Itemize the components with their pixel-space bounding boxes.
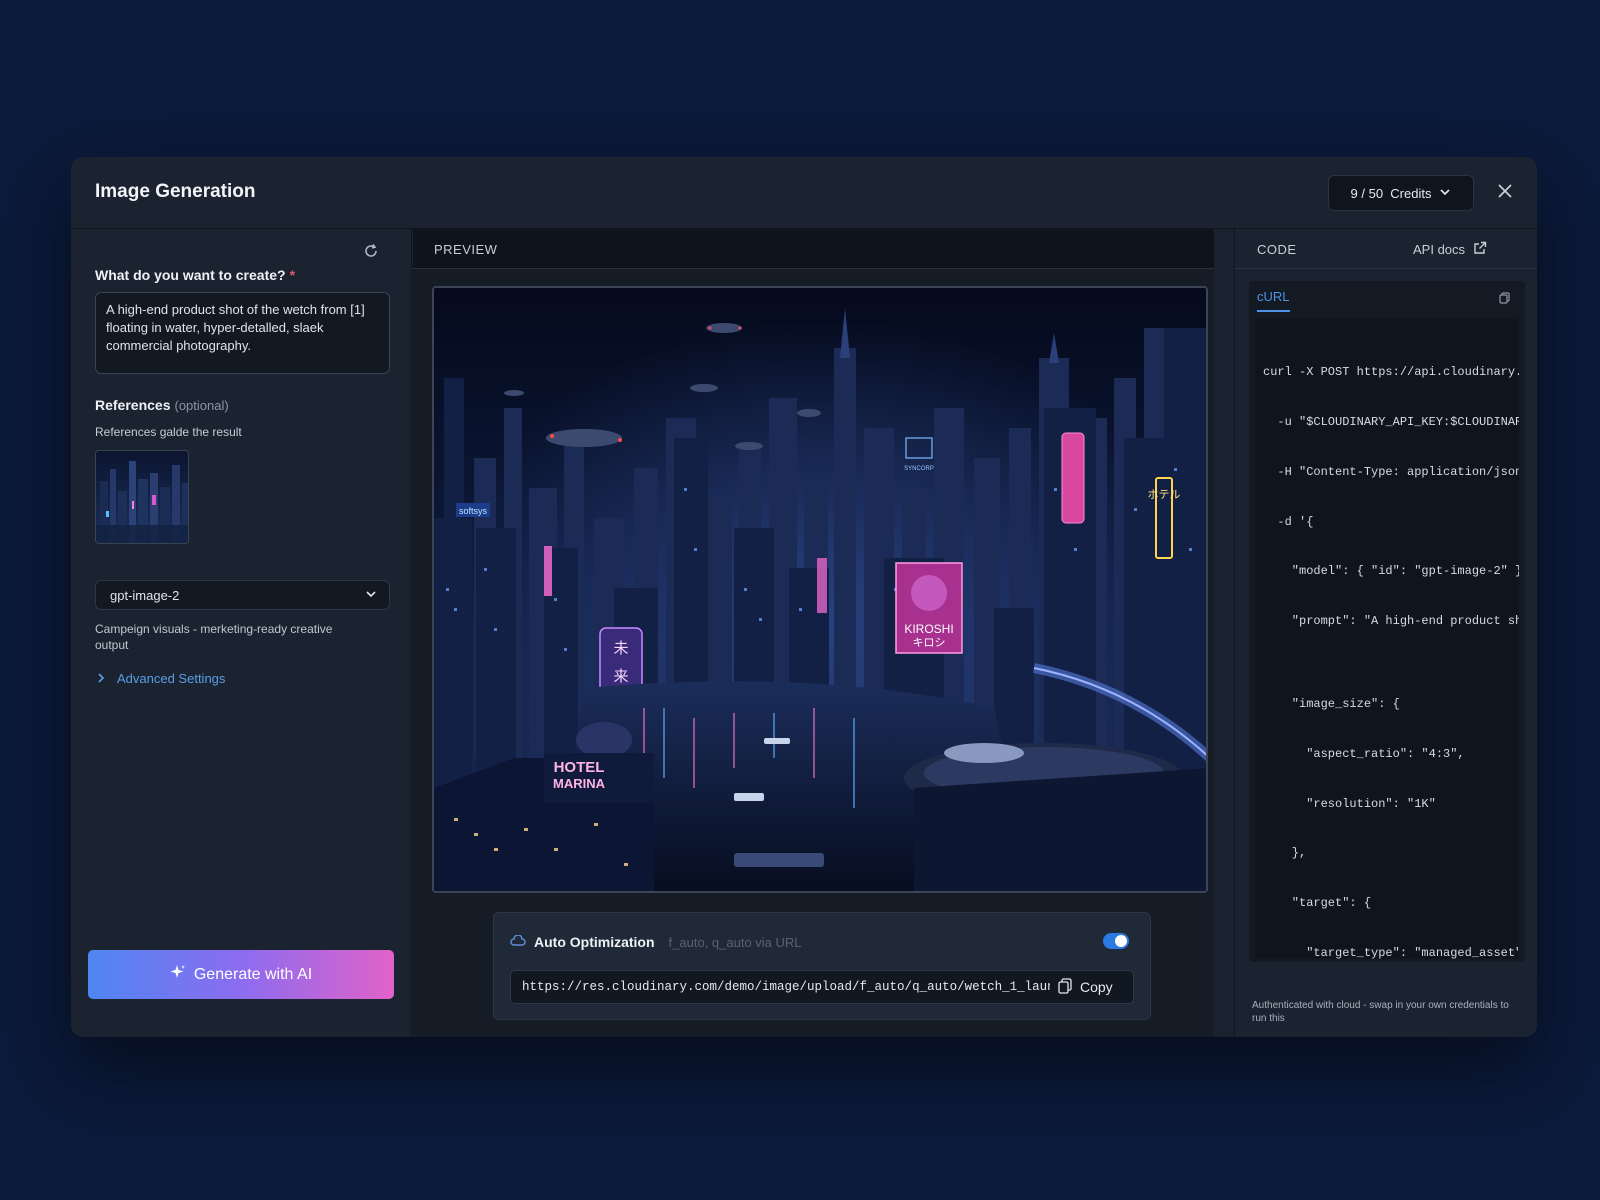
references-label-text: References bbox=[95, 397, 171, 413]
cloud-icon bbox=[510, 934, 526, 950]
api-docs-link[interactable]: API docs bbox=[1413, 241, 1487, 258]
code-line: -u "$CLOUDINARY_API_KEY:$CLOUDINAR bbox=[1263, 414, 1519, 429]
auto-optimization-hint: f_auto, q_auto via URL bbox=[668, 934, 802, 950]
copy-code-button[interactable] bbox=[1499, 291, 1510, 309]
prompt-input[interactable]: A high-end product shot of the wetch fro… bbox=[95, 292, 390, 374]
generate-button-label: Generate with AI bbox=[193, 965, 313, 983]
sparkle-icon bbox=[170, 964, 186, 985]
code-header-label: CODE bbox=[1257, 242, 1297, 257]
code-line: -H "Content-Type: application/json bbox=[1263, 464, 1519, 479]
generate-button[interactable]: Generate with AI bbox=[88, 950, 394, 999]
auto-optimization-label: Auto Optimization bbox=[534, 934, 655, 950]
sign-kiroshi-kana: キロシ bbox=[913, 636, 946, 649]
close-icon bbox=[1496, 182, 1514, 205]
auto-optimization-toggle[interactable] bbox=[1103, 933, 1129, 949]
code-panel: CODE API docs cURL curl -X POST https://… bbox=[1234, 229, 1537, 1037]
prompt-label-text: What do you want to create? bbox=[95, 267, 286, 283]
credits-dropdown[interactable]: 9 / 50 Credits bbox=[1328, 175, 1474, 211]
chevron-down-icon bbox=[365, 588, 377, 603]
advanced-settings-label: Advanced Settings bbox=[117, 671, 226, 686]
copy-url-button[interactable]: Copy bbox=[1058, 977, 1113, 997]
copy-icon bbox=[1058, 977, 1072, 997]
model-select-value: gpt-image-2 bbox=[110, 587, 180, 603]
sign-marina: MARINA bbox=[553, 776, 606, 791]
sign-softsys: softsys bbox=[459, 506, 488, 516]
chevron-right-icon bbox=[97, 671, 105, 686]
code-line: "image_size": { bbox=[1263, 697, 1400, 712]
code-line: "prompt": "A high-end product sh bbox=[1263, 614, 1519, 629]
image-generation-modal: Image Generation 9 / 50 Credits What do … bbox=[71, 157, 1537, 1037]
preview-panel: PREVIEW ホテル KIROSHI キロシ SYNCORP softsys … bbox=[413, 229, 1214, 1037]
chevron-down-icon bbox=[1439, 186, 1451, 201]
api-docs-label: API docs bbox=[1413, 242, 1466, 257]
sign-syncorp: SYNCORP bbox=[904, 466, 934, 472]
copy-icon bbox=[1499, 292, 1510, 304]
auto-optimization-panel: Auto Optimization f_auto, q_auto via URL… bbox=[493, 912, 1151, 1020]
code-line: "model": { "id": "gpt-image-2" } bbox=[1263, 564, 1519, 579]
sign-side-text: ホテル bbox=[1148, 488, 1181, 501]
prompt-panel: What do you want to create? * A high-end … bbox=[71, 229, 412, 1037]
code-line: curl -X POST https://api.cloudinary. bbox=[1263, 365, 1519, 380]
references-subtitle: References galde the result bbox=[95, 425, 242, 439]
code-line: "resolution": "1K" bbox=[1263, 796, 1436, 811]
generated-image[interactable]: ホテル KIROSHI キロシ SYNCORP softsys 未来都市 bbox=[432, 286, 1208, 893]
code-line: }, bbox=[1263, 846, 1307, 861]
reset-button[interactable] bbox=[359, 241, 383, 265]
code-header: CODE API docs bbox=[1235, 229, 1537, 269]
preview-header-label: PREVIEW bbox=[434, 242, 498, 257]
preview-header: PREVIEW bbox=[413, 229, 1214, 269]
references-label: References (optional) bbox=[95, 397, 229, 413]
reference-thumbnail[interactable] bbox=[95, 450, 189, 544]
credits-label: 9 / 50 Credits bbox=[1350, 185, 1432, 201]
close-button[interactable] bbox=[1489, 177, 1521, 209]
external-link-icon bbox=[1473, 241, 1487, 258]
refresh-icon bbox=[363, 243, 379, 264]
code-line: -d '{ bbox=[1263, 514, 1314, 529]
tab-curl[interactable]: cURL bbox=[1257, 289, 1290, 312]
code-line: "target": { bbox=[1263, 896, 1372, 911]
prompt-label: What do you want to create? * bbox=[95, 267, 295, 283]
code-line: "aspect_ratio": "4:3", bbox=[1263, 746, 1465, 761]
code-area: cURL curl -X POST https://api.cloudinary… bbox=[1249, 281, 1525, 962]
auth-footer-note: Authenticated with cloud - swap in your … bbox=[1252, 1000, 1509, 1024]
model-description: Campeign visuals - merketing-ready creat… bbox=[95, 622, 333, 652]
code-line: "target_type": "managed_asset" bbox=[1263, 945, 1519, 959]
sign-kiroshi: KIROSHI bbox=[904, 622, 953, 636]
modal-title: Image Generation bbox=[95, 181, 256, 202]
optimized-url-text: https://res.cloudinary.com/demo/image/up… bbox=[522, 980, 1050, 994]
copy-label: Copy bbox=[1080, 979, 1113, 995]
references-optional: (optional) bbox=[174, 398, 229, 413]
auto-optimization-header: Auto Optimization f_auto, q_auto via URL bbox=[510, 934, 802, 950]
modal-header: Image Generation 9 / 50 Credits bbox=[71, 157, 1537, 229]
required-mark: * bbox=[289, 267, 296, 283]
model-select[interactable]: gpt-image-2 bbox=[95, 580, 390, 610]
optimized-url-field[interactable]: https://res.cloudinary.com/demo/image/up… bbox=[510, 970, 1134, 1004]
sign-hotel: HOTEL bbox=[554, 759, 605, 776]
advanced-settings-toggle[interactable]: Advanced Settings bbox=[97, 671, 225, 686]
curl-code-block[interactable]: curl -X POST https://api.cloudinary. -u … bbox=[1255, 319, 1519, 959]
